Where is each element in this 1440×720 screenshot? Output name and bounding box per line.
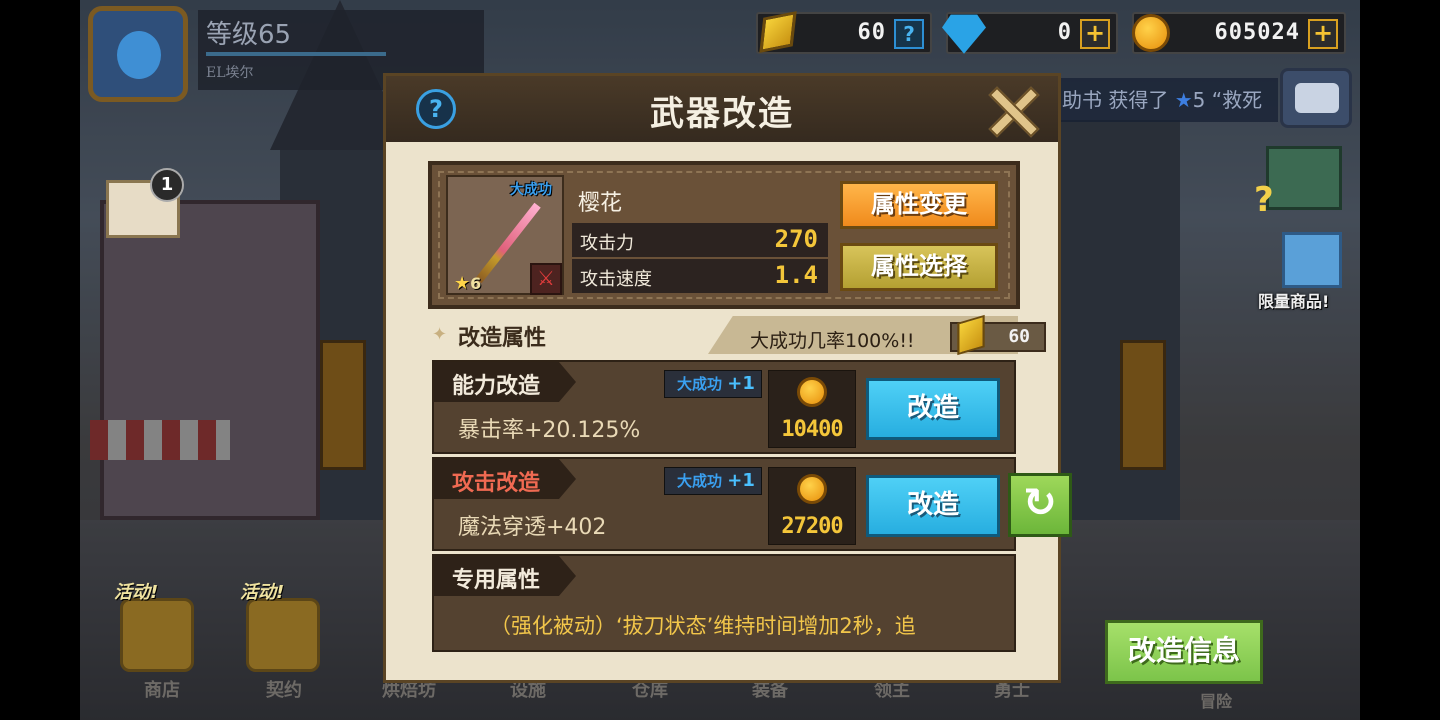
coin-icon	[797, 474, 827, 504]
announcement-marquee: 助书 获得了 ★5 “救死	[1058, 78, 1278, 122]
stat-value: 1.4	[774, 261, 818, 289]
nav-shop[interactable]: 商店	[144, 676, 180, 701]
coin-icon	[797, 377, 827, 407]
great-success-bonus: 大成功 +1	[664, 370, 762, 398]
event-tag: 活动!	[114, 582, 159, 603]
player-level: 等级65	[206, 20, 292, 50]
limited-goods-label: 限量商品!	[1258, 292, 1330, 311]
modify-info-button[interactable]: 改造信息	[1105, 620, 1263, 684]
store-icon[interactable]	[1266, 146, 1342, 210]
star-level: ★6	[454, 273, 482, 294]
cost-box: 10400	[768, 370, 856, 448]
ticket-help-button[interactable]: ?	[894, 19, 924, 49]
stat-value: 270	[774, 225, 818, 253]
quest-question-icon[interactable]: ?	[1254, 180, 1274, 220]
marquee-suffix: 5 “救死	[1192, 88, 1263, 112]
add-coins-button[interactable]: +	[1308, 19, 1338, 49]
select-attribute-button[interactable]: 属性选择	[840, 243, 998, 291]
great-success-value: +1	[727, 470, 755, 491]
ticket-counter: 60 ?	[756, 11, 932, 54]
weapon-modify-dialog: ? 武器改造 大成功 ★6 ⚔ 樱花 攻击力 270 攻击速度 1.4 属性变更…	[383, 73, 1061, 683]
coin-icon	[1132, 14, 1170, 52]
refresh-button[interactable]: ↻	[1008, 473, 1072, 537]
coin-counter: 605024 +	[1132, 12, 1346, 54]
ticket-icon	[759, 11, 797, 53]
dialog-title: 武器改造	[650, 94, 794, 134]
mod-tab-label: 能力改造	[452, 374, 541, 399]
gem-counter: 0 +	[942, 12, 1118, 54]
exp-bar	[206, 52, 386, 56]
modify-ability-button[interactable]: 改造	[866, 378, 1000, 440]
coin-cost: 10400	[781, 417, 843, 442]
chat-button[interactable]	[1280, 68, 1352, 128]
shop-nav-icon[interactable]	[120, 598, 194, 672]
section-title: 改造属性	[458, 326, 547, 351]
star-level-value: 6	[470, 274, 482, 293]
coin-value: 605024	[1214, 20, 1300, 45]
stat-label: 攻击速度	[580, 269, 652, 290]
ability-mod-row: 能力改造 大成功 +1 暴击率+20.125% 10400 改造	[432, 360, 1016, 454]
change-attribute-button[interactable]: 属性变更	[840, 181, 998, 229]
exclusive-attribute-row: 专用属性 （强化被动）‘拔刀状态’维持时间增加2秒，追	[432, 554, 1016, 652]
weapon-image[interactable]: 大成功 ★6 ⚔	[446, 175, 564, 295]
stat-row: 攻击力 270	[572, 223, 828, 257]
section-header: ✦ 改造属性 大成功几率100%!! 60	[428, 314, 1046, 356]
attack-mod-row: 攻击改造 大成功 +1 魔法穿透+402 27200 改造	[432, 457, 1016, 551]
ticket-value: 60	[857, 20, 886, 45]
great-success-chance: 大成功几率100%!!	[750, 330, 915, 352]
nav-contract[interactable]: 契约	[266, 676, 302, 701]
coin-cost: 27200	[781, 514, 843, 539]
player-avatar[interactable]	[88, 6, 188, 102]
great-success-bonus: 大成功 +1	[664, 467, 762, 495]
sword-type-icon: ⚔	[530, 263, 562, 295]
gem-icon	[942, 14, 986, 54]
event-tag: 活动!	[240, 582, 285, 603]
mod-description: 暴击率+20.125%	[458, 418, 641, 443]
weapon-card: 大成功 ★6 ⚔ 樱花 攻击力 270 攻击速度 1.4 属性变更 属性选择	[428, 161, 1020, 309]
mod-tab-label: 攻击改造	[452, 471, 541, 496]
gift-box-icon[interactable]	[1282, 232, 1342, 288]
gem-value: 0	[1057, 20, 1072, 45]
exclusive-attribute-description: （强化被动）‘拔刀状态’维持时间增加2秒，追	[490, 614, 916, 638]
marquee-prefix: 助书 获得了	[1062, 88, 1169, 112]
great-success-label: 大成功	[677, 375, 723, 393]
stat-row: 攻击速度 1.4	[572, 259, 828, 293]
section-marker-icon: ✦	[432, 324, 448, 345]
dialog-header: ? 武器改造	[386, 76, 1058, 142]
contract-nav-icon[interactable]	[246, 598, 320, 672]
close-button[interactable]	[986, 84, 1036, 134]
stat-label: 攻击力	[580, 233, 634, 254]
nav-adventure[interactable]: 冒险	[1200, 688, 1232, 711]
weapon-name: 樱花	[578, 191, 623, 216]
great-success-badge: 大成功	[510, 182, 552, 198]
mod-tab-label: 专用属性	[452, 568, 541, 593]
player-name: EL埃尔	[206, 65, 254, 81]
cost-box: 27200	[768, 467, 856, 545]
add-gems-button[interactable]: +	[1080, 19, 1110, 49]
great-success-value: +1	[727, 373, 755, 394]
great-success-label: 大成功	[677, 472, 723, 490]
star-icon: ★	[1174, 88, 1193, 112]
mod-description: 魔法穿透+402	[458, 515, 607, 540]
mail-count-badge: 1	[150, 168, 184, 202]
modify-attack-button[interactable]: 改造	[866, 475, 1000, 537]
chat-icon	[1295, 83, 1339, 113]
